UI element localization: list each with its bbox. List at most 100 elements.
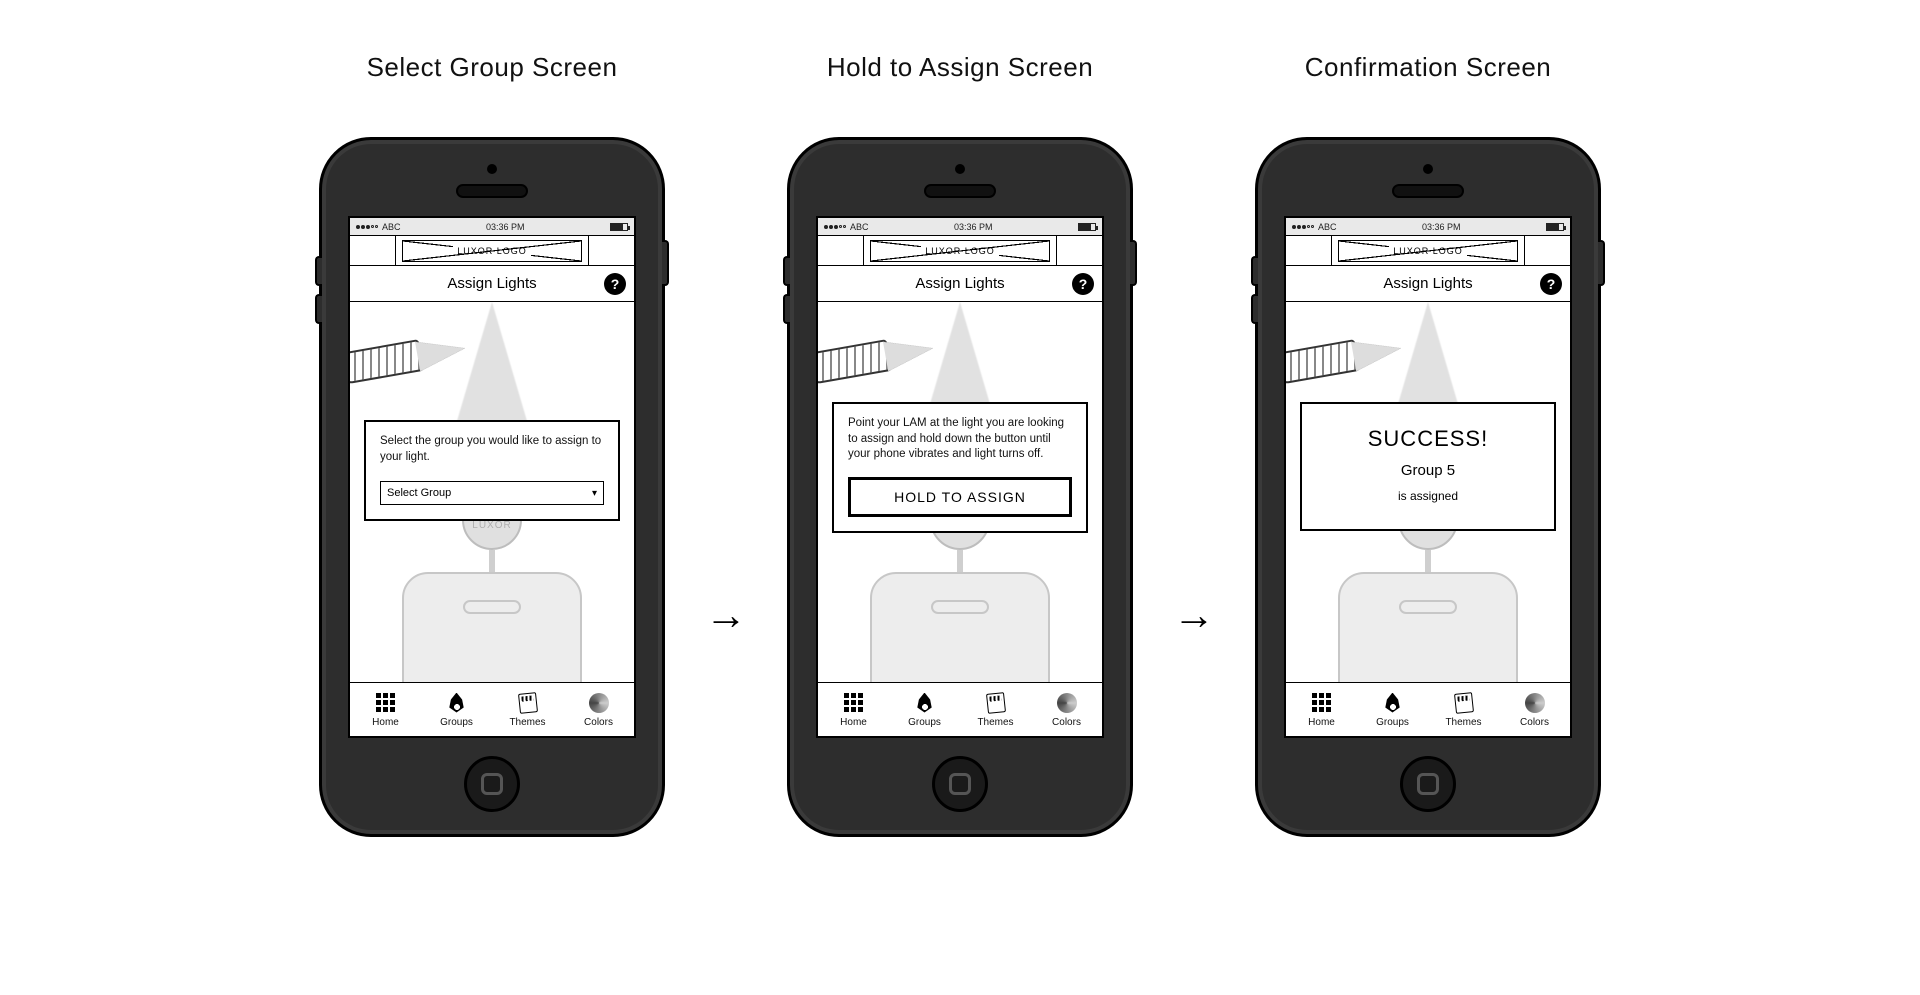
volume-down-button[interactable] (783, 294, 790, 324)
home-button[interactable] (464, 756, 520, 812)
clock: 03:36 PM (486, 222, 525, 232)
tab-home-label: Home (372, 717, 399, 728)
color-wheel-icon (589, 693, 609, 713)
tab-themes-label: Themes (977, 717, 1013, 728)
hold-instruction: Point your LAM at the light you are look… (848, 416, 1072, 463)
tab-colors-label: Colors (1520, 717, 1549, 728)
swatch-icon (986, 692, 1006, 714)
page-header: Assign Lights ? (350, 266, 634, 302)
assigned-group: Group 5 (1316, 462, 1540, 479)
home-button[interactable] (1400, 756, 1456, 812)
color-wheel-icon (1525, 693, 1545, 713)
battery-icon (1078, 223, 1096, 231)
tab-colors[interactable]: Colors (1499, 683, 1570, 736)
group-select[interactable]: Select Group ▾ (380, 481, 604, 505)
page-header: Assign Lights ? (818, 266, 1102, 302)
tab-themes[interactable]: Themes (960, 683, 1031, 736)
battery-icon (1546, 223, 1564, 231)
page-title: Assign Lights (915, 275, 1004, 292)
carrier-label: ABC (382, 222, 401, 232)
grid-icon (376, 693, 395, 712)
camera-icon (955, 164, 965, 174)
page-title: Assign Lights (447, 275, 536, 292)
help-icon: ? (1079, 276, 1088, 292)
tab-themes-label: Themes (509, 717, 545, 728)
hold-to-assign-button[interactable]: HOLD TO ASSIGN (848, 477, 1072, 517)
carrier-label: ABC (1318, 222, 1337, 232)
tab-colors-label: Colors (1052, 717, 1081, 728)
logo-row: LUXOR LOGO (818, 236, 1102, 266)
clock: 03:36 PM (954, 222, 993, 232)
color-wheel-icon (1057, 693, 1077, 713)
earpiece-speaker (1392, 184, 1464, 198)
flow-arrow-icon: → (1173, 591, 1215, 639)
status-bar: ABC 03:36 PM (350, 218, 634, 236)
power-button[interactable] (662, 240, 669, 286)
content-area: 15° LUXOR Select the group you would lik… (350, 302, 634, 682)
lam-device-icon (350, 339, 424, 385)
volume-up-button[interactable] (1251, 256, 1258, 286)
logo-row: LUXOR LOGO (1286, 236, 1570, 266)
confirmation-card: SUCCESS! Group 5 is assigned (1300, 402, 1556, 531)
logo-placeholder: LUXOR LOGO (402, 240, 582, 262)
phone-frame: ABC 03:36 PM LUXOR LOGO Assign Lights ? (1255, 137, 1601, 837)
logo-row: LUXOR LOGO (350, 236, 634, 266)
tab-themes[interactable]: Themes (492, 683, 563, 736)
tab-groups-label: Groups (908, 717, 941, 728)
camera-icon (1423, 164, 1433, 174)
tab-home[interactable]: Home (350, 683, 421, 736)
tab-groups[interactable]: Groups (421, 683, 492, 736)
flame-icon (1385, 693, 1401, 713)
page-title: Assign Lights (1383, 275, 1472, 292)
tab-groups[interactable]: Groups (1357, 683, 1428, 736)
volume-down-button[interactable] (1251, 294, 1258, 324)
phone-illustration-icon (402, 572, 582, 682)
assigned-label: is assigned (1316, 489, 1540, 503)
earpiece-speaker (456, 184, 528, 198)
clock: 03:36 PM (1422, 222, 1461, 232)
screen-col-confirmation: Confirmation Screen ABC 03:36 PM (1255, 52, 1601, 837)
tab-home[interactable]: Home (818, 683, 889, 736)
power-button[interactable] (1598, 240, 1605, 286)
swatch-icon (1454, 692, 1474, 714)
tab-colors-label: Colors (584, 717, 613, 728)
screen-title-2: Hold to Assign Screen (827, 52, 1093, 83)
tab-home[interactable]: Home (1286, 683, 1357, 736)
volume-up-button[interactable] (783, 256, 790, 286)
flow-arrow-icon: → (705, 591, 747, 639)
help-button[interactable]: ? (1072, 273, 1094, 295)
help-icon: ? (611, 276, 620, 292)
grid-icon (1312, 693, 1331, 712)
screen-title-3: Confirmation Screen (1305, 52, 1552, 83)
camera-icon (487, 164, 497, 174)
signal-icon (824, 225, 846, 229)
tab-colors[interactable]: Colors (563, 683, 634, 736)
help-button[interactable]: ? (604, 273, 626, 295)
hold-to-assign-card: Point your LAM at the light you are look… (832, 402, 1088, 533)
help-button[interactable]: ? (1540, 273, 1562, 295)
lam-device-icon (818, 339, 892, 385)
logo-placeholder: LUXOR LOGO (1338, 240, 1518, 262)
tab-colors[interactable]: Colors (1031, 683, 1102, 736)
phone-frame: ABC 03:36 PM LUXOR LOGO Assign Lights ? (319, 137, 665, 837)
content-area: LUXOR Point your LAM at the light you ar… (818, 302, 1102, 682)
page-header: Assign Lights ? (1286, 266, 1570, 302)
volume-down-button[interactable] (315, 294, 322, 324)
volume-up-button[interactable] (315, 256, 322, 286)
tab-home-label: Home (840, 717, 867, 728)
phone-illustration-icon (1338, 572, 1518, 682)
home-button[interactable] (932, 756, 988, 812)
tab-groups[interactable]: Groups (889, 683, 960, 736)
power-button[interactable] (1130, 240, 1137, 286)
tab-themes-label: Themes (1445, 717, 1481, 728)
signal-icon (1292, 225, 1314, 229)
tab-themes[interactable]: Themes (1428, 683, 1499, 736)
status-bar: ABC 03:36 PM (1286, 218, 1570, 236)
tab-bar: Home Groups Themes Colors (1286, 682, 1570, 736)
select-group-prompt: Select the group you would like to assig… (380, 434, 604, 465)
flame-icon (449, 693, 465, 713)
phone-screen: ABC 03:36 PM LUXOR LOGO Assign Lights ? (348, 216, 636, 738)
content-area: LUXOR SUCCESS! Group 5 is assigned (1286, 302, 1570, 682)
tab-home-label: Home (1308, 717, 1335, 728)
earpiece-speaker (924, 184, 996, 198)
